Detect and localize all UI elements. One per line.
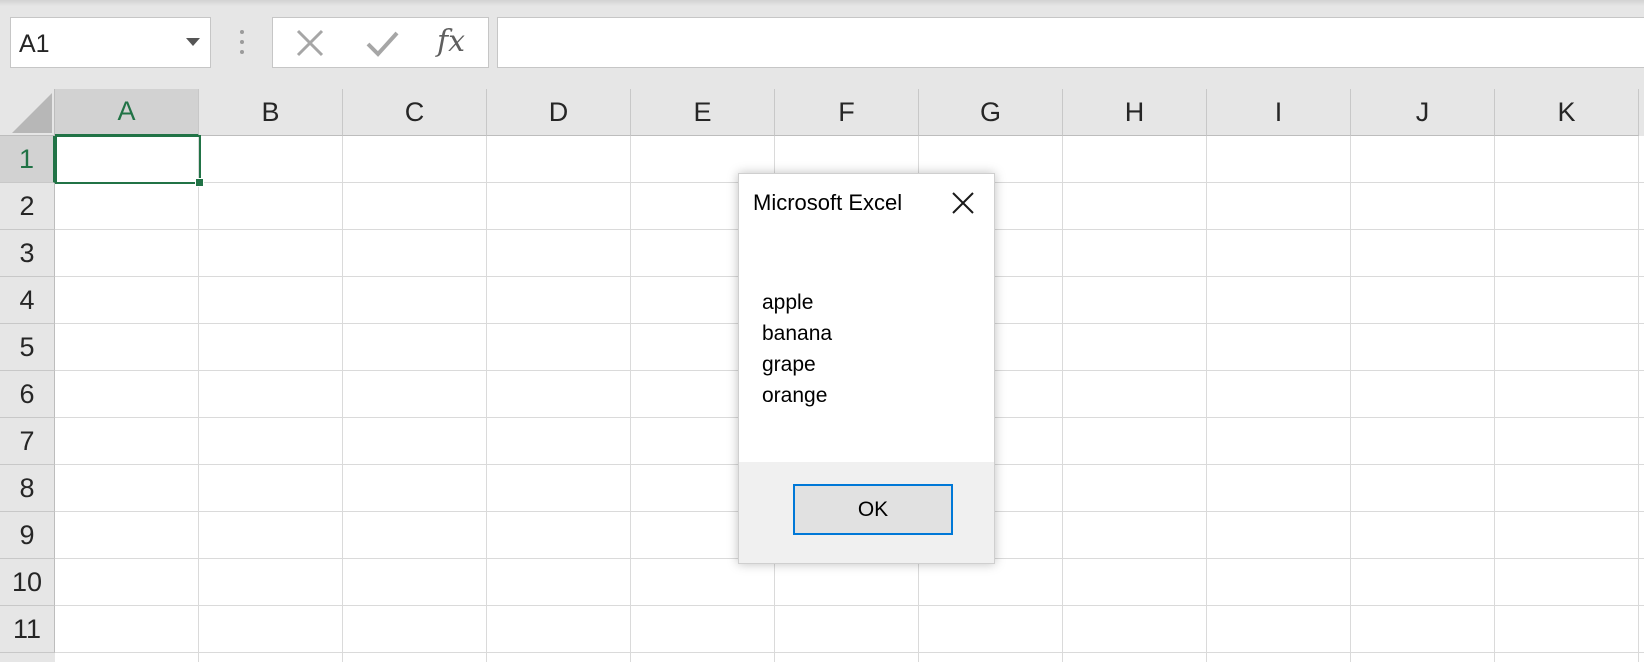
row-header-10[interactable]: 10 xyxy=(0,559,55,606)
message-line: apple xyxy=(762,291,814,314)
row-header-2[interactable]: 2 xyxy=(0,183,55,230)
fx-icon[interactable]: fx xyxy=(435,24,475,60)
column-header-c[interactable]: C xyxy=(343,89,487,136)
row-header-5[interactable]: 5 xyxy=(0,324,55,371)
column-header-b[interactable]: B xyxy=(199,89,343,136)
column-header-a[interactable]: A xyxy=(55,89,199,136)
row-header-9[interactable]: 9 xyxy=(0,512,55,559)
row-header-6[interactable]: 6 xyxy=(0,371,55,418)
cancel-icon[interactable] xyxy=(290,26,330,60)
column-header-d[interactable]: D xyxy=(487,89,631,136)
chevron-down-icon[interactable] xyxy=(186,38,200,46)
fx-label: fx xyxy=(437,24,466,59)
column-header-j[interactable]: J xyxy=(1351,89,1495,136)
select-all-button[interactable] xyxy=(0,89,55,136)
message-line: grape xyxy=(762,353,816,376)
grip-icon[interactable] xyxy=(240,30,244,54)
message-line: banana xyxy=(762,322,833,345)
active-cell-A1[interactable] xyxy=(55,135,204,187)
row-header-3[interactable]: 3 xyxy=(0,230,55,277)
column-header-k[interactable]: K xyxy=(1495,89,1639,136)
row-headers: 1 2 3 4 5 6 7 8 9 10 11 xyxy=(0,136,55,653)
row-header-1[interactable]: 1 xyxy=(0,136,55,183)
column-header-h[interactable]: H xyxy=(1063,89,1207,136)
close-icon[interactable] xyxy=(950,190,976,216)
dialog-footer: OK xyxy=(739,462,994,563)
name-box-value: A1 xyxy=(19,30,50,58)
row-header-8[interactable]: 8 xyxy=(0,465,55,512)
ribbon-edge xyxy=(0,0,1644,6)
column-headers: ABCDEFGHIJK xyxy=(55,89,1639,136)
formula-buttons: fx xyxy=(272,17,489,68)
formula-input[interactable] xyxy=(497,17,1644,68)
column-header-f[interactable]: F xyxy=(775,89,919,136)
row-header-4[interactable]: 4 xyxy=(0,277,55,324)
excel-window: A1 fx ABCDEFGHIJK 1 2 3 4 5 6 7 8 9 10 11 Microsof… xyxy=(0,0,1644,662)
message-box-dialog: Microsoft Excel apple banana grape orang… xyxy=(738,173,995,564)
dialog-title: Microsoft Excel xyxy=(753,190,903,215)
name-box[interactable]: A1 xyxy=(10,17,211,68)
column-header-e[interactable]: E xyxy=(631,89,775,136)
row-header-7[interactable]: 7 xyxy=(0,418,55,465)
row-header-11[interactable]: 11 xyxy=(0,606,55,653)
dialog-message: apple banana grape orange xyxy=(762,287,972,411)
column-header-g[interactable]: G xyxy=(919,89,1063,136)
message-line: orange xyxy=(762,384,828,407)
check-icon[interactable] xyxy=(363,26,403,60)
column-header-i[interactable]: I xyxy=(1207,89,1351,136)
fill-handle[interactable] xyxy=(195,178,204,187)
ok-button[interactable]: OK xyxy=(793,484,953,535)
